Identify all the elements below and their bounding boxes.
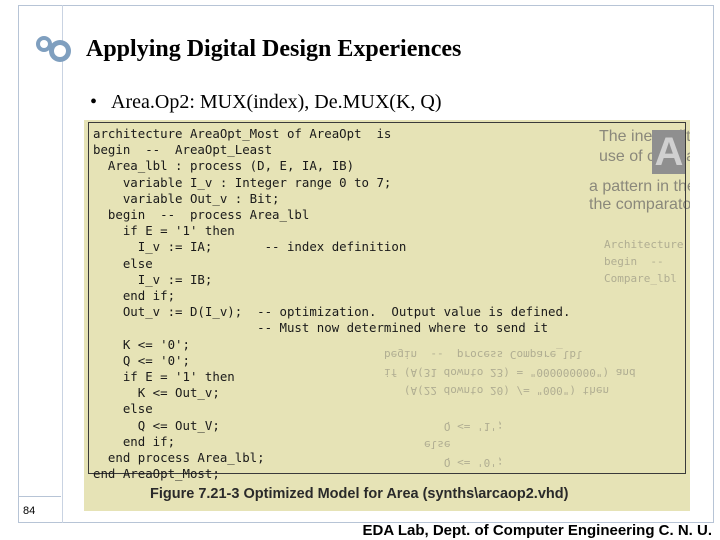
code-line: if E = '1' then	[93, 369, 235, 385]
footer-text: EDA Lab, Dept. of Computer Engineering C…	[362, 522, 712, 539]
code-line: end process Area_lbl;	[93, 450, 265, 466]
code-line: else	[93, 401, 153, 417]
code-line: architecture AreaOpt_Most of AreaOpt is	[93, 126, 392, 141]
code-listing-box: architecture AreaOpt_Most of AreaOpt is b…	[88, 122, 686, 481]
code-line: -- Must now determined where to send it	[93, 320, 549, 336]
code-line: K <= '0';	[93, 336, 190, 352]
vhdl-code-listing: architecture AreaOpt_Most of AreaOpt is b…	[93, 126, 570, 482]
code-line: I_v := IB;	[93, 271, 213, 287]
code-line: variable Out_v : Bit;	[93, 190, 280, 206]
page-number: 84	[23, 505, 36, 517]
code-line: end if;	[93, 288, 176, 304]
code-line: begin -- process Area_lbl	[93, 207, 310, 223]
code-line: else	[93, 255, 153, 271]
left-divider	[62, 5, 63, 523]
bullet-item: • Area.Op2: MUX(index), De.MUX(K, Q)	[90, 91, 442, 114]
scanned-figure: The inequality use of compa a pattern in…	[84, 120, 690, 511]
bullet-marker: •	[90, 91, 98, 113]
code-line: I_v := IA; -- index definition	[93, 239, 407, 255]
bullet-text: Area.Op2: MUX(index), De.MUX(K, Q)	[111, 91, 442, 113]
slide-title: Applying Digital Design Experiences	[86, 36, 462, 62]
code-line: if E = '1' then	[93, 223, 235, 239]
code-line: end AreaOpt_Most;	[93, 466, 220, 482]
code-line: variable I_v : Integer range 0 to 7;	[93, 174, 392, 190]
code-line: Q <= '0';	[93, 352, 190, 368]
code-line: K <= Out_v;	[93, 385, 220, 401]
code-line: begin -- AreaOpt_Least	[93, 142, 273, 158]
code-line: Area_lbl : process (D, E, IA, IB)	[93, 158, 355, 174]
code-line: Out_v := D(I_v); -- optimization. Output…	[93, 304, 571, 320]
code-line: Q <= Out_V;	[93, 417, 220, 433]
code-line: end if;	[93, 433, 176, 449]
figure-caption: Figure 7.21-3 Optimized Model for Area (…	[150, 486, 569, 502]
interlocking-circles-icon	[36, 36, 71, 62]
